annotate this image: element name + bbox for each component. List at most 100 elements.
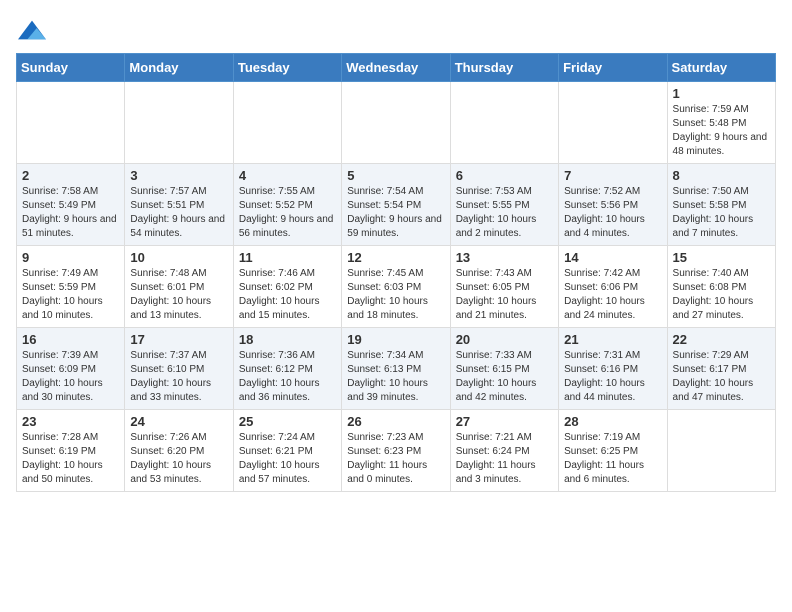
- day-number: 25: [239, 414, 336, 429]
- calendar-week-4: 16 Sunrise: 7:39 AM Sunset: 6:09 PM Dayli…: [17, 328, 776, 410]
- day-number: 2: [22, 168, 119, 183]
- column-header-thursday: Thursday: [450, 54, 558, 82]
- day-number: 15: [673, 250, 770, 265]
- day-info: Sunrise: 7:46 AM Sunset: 6:02 PM Dayligh…: [239, 267, 336, 323]
- day-number: 26: [347, 414, 444, 429]
- day-info: Sunrise: 7:36 AM Sunset: 6:12 PM Dayligh…: [239, 349, 336, 405]
- day-number: 14: [564, 250, 661, 265]
- day-number: 19: [347, 332, 444, 347]
- day-info: Sunrise: 7:29 AM Sunset: 6:17 PM Dayligh…: [673, 349, 770, 405]
- day-info: Sunrise: 7:50 AM Sunset: 5:58 PM Dayligh…: [673, 185, 770, 241]
- calendar-cell: 3 Sunrise: 7:57 AM Sunset: 5:51 PM Daylig…: [125, 164, 233, 246]
- day-number: 5: [347, 168, 444, 183]
- day-number: 28: [564, 414, 661, 429]
- day-info: Sunrise: 7:59 AM Sunset: 5:48 PM Dayligh…: [673, 103, 770, 159]
- day-info: Sunrise: 7:49 AM Sunset: 5:59 PM Dayligh…: [22, 267, 119, 323]
- calendar-cell: 22Sunrise: 7:29 AM Sunset: 6:17 PM Dayli…: [667, 328, 775, 410]
- calendar-week-2: 2Sunrise: 7:58 AM Sunset: 5:49 PM Daylig…: [17, 164, 776, 246]
- day-info: Sunrise: 7:26 AM Sunset: 6:20 PM Dayligh…: [130, 431, 227, 487]
- day-number: 13: [456, 250, 553, 265]
- day-info: Sunrise: 7:24 AM Sunset: 6:21 PM Dayligh…: [239, 431, 336, 487]
- day-number: 8: [673, 168, 770, 183]
- day-info: Sunrise: 7:55 AM Sunset: 5:52 PM Dayligh…: [239, 185, 336, 241]
- day-info: Sunrise: 7:52 AM Sunset: 5:56 PM Dayligh…: [564, 185, 661, 241]
- day-info: Sunrise: 7:43 AM Sunset: 6:05 PM Dayligh…: [456, 267, 553, 323]
- logo: [16, 16, 46, 49]
- calendar-cell: 26 Sunrise: 7:23 AM Sunset: 6:23 PM Dayli…: [342, 410, 450, 492]
- calendar-cell: 5 Sunrise: 7:54 AM Sunset: 5:54 PM Daylig…: [342, 164, 450, 246]
- day-info: Sunrise: 7:40 AM Sunset: 6:08 PM Dayligh…: [673, 267, 770, 323]
- day-info: Sunrise: 7:37 AM Sunset: 6:10 PM Dayligh…: [130, 349, 227, 405]
- day-number: 27: [456, 414, 553, 429]
- calendar-cell: 24 Sunrise: 7:26 AM Sunset: 6:20 PM Dayli…: [125, 410, 233, 492]
- calendar-header-row: SundayMondayTuesdayWednesdayThursdayFrid…: [17, 54, 776, 82]
- calendar-cell: 4 Sunrise: 7:55 AM Sunset: 5:52 PM Daylig…: [233, 164, 341, 246]
- calendar-week-5: 23 Sunrise: 7:28 AM Sunset: 6:19 PM Dayli…: [17, 410, 776, 492]
- calendar-cell: [342, 82, 450, 164]
- day-number: 1: [673, 86, 770, 101]
- calendar-cell: 16 Sunrise: 7:39 AM Sunset: 6:09 PM Dayli…: [17, 328, 125, 410]
- calendar-cell: [17, 82, 125, 164]
- day-number: 20: [456, 332, 553, 347]
- day-number: 23: [22, 414, 119, 429]
- calendar-cell: 15 Sunrise: 7:40 AM Sunset: 6:08 PM Dayli…: [667, 246, 775, 328]
- day-number: 7: [564, 168, 661, 183]
- day-number: 18: [239, 332, 336, 347]
- calendar-cell: 23 Sunrise: 7:28 AM Sunset: 6:19 PM Dayli…: [17, 410, 125, 492]
- calendar-week-1: 1 Sunrise: 7:59 AM Sunset: 5:48 PM Daylig…: [17, 82, 776, 164]
- day-info: Sunrise: 7:23 AM Sunset: 6:23 PM Dayligh…: [347, 431, 444, 487]
- day-info: Sunrise: 7:57 AM Sunset: 5:51 PM Dayligh…: [130, 185, 227, 241]
- calendar-cell: 8 Sunrise: 7:50 AM Sunset: 5:58 PM Daylig…: [667, 164, 775, 246]
- calendar-cell: [667, 410, 775, 492]
- calendar-cell: 27 Sunrise: 7:21 AM Sunset: 6:24 PM Dayli…: [450, 410, 558, 492]
- calendar-cell: 25 Sunrise: 7:24 AM Sunset: 6:21 PM Dayli…: [233, 410, 341, 492]
- calendar-cell: 11Sunrise: 7:46 AM Sunset: 6:02 PM Dayli…: [233, 246, 341, 328]
- calendar-cell: 20 Sunrise: 7:33 AM Sunset: 6:15 PM Dayli…: [450, 328, 558, 410]
- day-info: Sunrise: 7:19 AM Sunset: 6:25 PM Dayligh…: [564, 431, 661, 487]
- column-header-monday: Monday: [125, 54, 233, 82]
- day-number: 3: [130, 168, 227, 183]
- day-info: Sunrise: 7:53 AM Sunset: 5:55 PM Dayligh…: [456, 185, 553, 241]
- calendar-cell: [450, 82, 558, 164]
- calendar-cell: 28 Sunrise: 7:19 AM Sunset: 6:25 PM Dayli…: [559, 410, 667, 492]
- calendar-cell: 2Sunrise: 7:58 AM Sunset: 5:49 PM Daylig…: [17, 164, 125, 246]
- day-number: 10: [130, 250, 227, 265]
- calendar-cell: [559, 82, 667, 164]
- day-info: Sunrise: 7:42 AM Sunset: 6:06 PM Dayligh…: [564, 267, 661, 323]
- calendar-cell: 10 Sunrise: 7:48 AM Sunset: 6:01 PM Dayli…: [125, 246, 233, 328]
- column-header-sunday: Sunday: [17, 54, 125, 82]
- calendar-cell: 14 Sunrise: 7:42 AM Sunset: 6:06 PM Dayli…: [559, 246, 667, 328]
- calendar-table: SundayMondayTuesdayWednesdayThursdayFrid…: [16, 53, 776, 492]
- calendar-cell: 19 Sunrise: 7:34 AM Sunset: 6:13 PM Dayli…: [342, 328, 450, 410]
- calendar-cell: 9Sunrise: 7:49 AM Sunset: 5:59 PM Daylig…: [17, 246, 125, 328]
- day-info: Sunrise: 7:28 AM Sunset: 6:19 PM Dayligh…: [22, 431, 119, 487]
- day-number: 4: [239, 168, 336, 183]
- day-info: Sunrise: 7:34 AM Sunset: 6:13 PM Dayligh…: [347, 349, 444, 405]
- logo-icon: [18, 16, 46, 44]
- day-number: 12: [347, 250, 444, 265]
- day-info: Sunrise: 7:54 AM Sunset: 5:54 PM Dayligh…: [347, 185, 444, 241]
- calendar-cell: 1 Sunrise: 7:59 AM Sunset: 5:48 PM Daylig…: [667, 82, 775, 164]
- calendar-cell: 17 Sunrise: 7:37 AM Sunset: 6:10 PM Dayli…: [125, 328, 233, 410]
- calendar-cell: [125, 82, 233, 164]
- day-info: Sunrise: 7:48 AM Sunset: 6:01 PM Dayligh…: [130, 267, 227, 323]
- column-header-saturday: Saturday: [667, 54, 775, 82]
- day-info: Sunrise: 7:33 AM Sunset: 6:15 PM Dayligh…: [456, 349, 553, 405]
- day-info: Sunrise: 7:31 AM Sunset: 6:16 PM Dayligh…: [564, 349, 661, 405]
- calendar-cell: 12Sunrise: 7:45 AM Sunset: 6:03 PM Dayli…: [342, 246, 450, 328]
- day-info: Sunrise: 7:21 AM Sunset: 6:24 PM Dayligh…: [456, 431, 553, 487]
- column-header-wednesday: Wednesday: [342, 54, 450, 82]
- calendar-cell: [233, 82, 341, 164]
- day-number: 16: [22, 332, 119, 347]
- calendar-cell: 6Sunrise: 7:53 AM Sunset: 5:55 PM Daylig…: [450, 164, 558, 246]
- day-number: 17: [130, 332, 227, 347]
- day-number: 24: [130, 414, 227, 429]
- day-number: 21: [564, 332, 661, 347]
- calendar-week-3: 9Sunrise: 7:49 AM Sunset: 5:59 PM Daylig…: [17, 246, 776, 328]
- day-info: Sunrise: 7:39 AM Sunset: 6:09 PM Dayligh…: [22, 349, 119, 405]
- calendar-cell: 7 Sunrise: 7:52 AM Sunset: 5:56 PM Daylig…: [559, 164, 667, 246]
- calendar-cell: 18 Sunrise: 7:36 AM Sunset: 6:12 PM Dayli…: [233, 328, 341, 410]
- calendar-cell: 21 Sunrise: 7:31 AM Sunset: 6:16 PM Dayli…: [559, 328, 667, 410]
- column-header-tuesday: Tuesday: [233, 54, 341, 82]
- calendar-cell: 13 Sunrise: 7:43 AM Sunset: 6:05 PM Dayli…: [450, 246, 558, 328]
